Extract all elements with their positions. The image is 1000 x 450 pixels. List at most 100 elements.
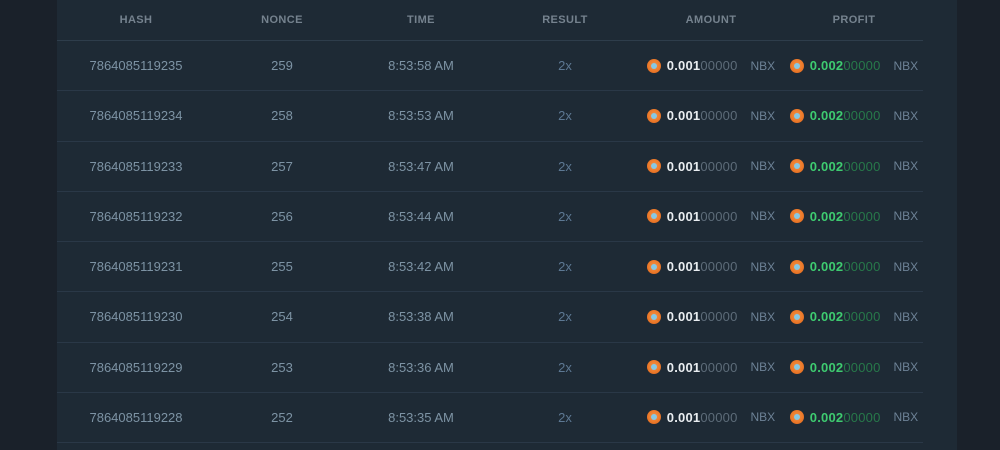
result-multiplier: 2x (558, 58, 572, 74)
amount-group: 0.00100000 NBX (637, 108, 785, 123)
amount-cell: 0.00100000 NBX (637, 159, 785, 174)
result-value: 2x (493, 159, 637, 174)
result-value: 2x (493, 309, 637, 324)
amount-number: 0.00100000 (667, 58, 738, 73)
hash-value: 7864085119228 (89, 409, 183, 425)
profit-cell: 0.00200000 NBX (785, 309, 923, 324)
profit-significant: 0.002 (809, 359, 844, 375)
result-multiplier: 2x (558, 108, 572, 124)
amount-trailing-zeros: 00000 (700, 259, 738, 275)
amount-group: 0.00100000 NBX (637, 159, 785, 174)
profit-group: 0.00200000 NBX (785, 108, 923, 123)
amount-currency-label: NBX (750, 159, 776, 174)
nonce-value: 255 (271, 259, 293, 275)
table-row: 7864085119228 252 8:53:35 AM 2x 0.001000… (57, 393, 923, 443)
table-body: 7864085119235 259 8:53:58 AM 2x 0.001000… (57, 41, 923, 443)
profit-cell: 0.00200000 NBX (785, 259, 923, 274)
profit-number: 0.00200000 (810, 360, 881, 375)
profit-trailing-zeros: 00000 (843, 309, 881, 325)
profit-group: 0.00200000 NBX (785, 209, 923, 224)
profit-number: 0.00200000 (810, 58, 881, 73)
profit-number: 0.00200000 (810, 159, 881, 174)
result-multiplier: 2x (558, 359, 572, 375)
time-value: 8:53:35 AM (388, 409, 454, 425)
amount-group: 0.00100000 NBX (637, 58, 785, 73)
nbx-coin-icon (789, 58, 804, 73)
nonce-value: 256 (271, 208, 293, 224)
profit-trailing-zeros: 00000 (843, 58, 881, 74)
amount-significant: 0.001 (666, 58, 701, 74)
result-value: 2x (493, 108, 637, 123)
amount-trailing-zeros: 00000 (700, 158, 738, 174)
hash-value: 7864085119234 (89, 108, 183, 124)
time-value: 8:53:58 AM (388, 58, 454, 74)
nbx-coin-icon (789, 209, 804, 224)
profit-group: 0.00200000 NBX (785, 159, 923, 174)
nbx-coin-icon (789, 159, 804, 174)
profit-currency-label: NBX (893, 108, 919, 123)
profit-cell: 0.00200000 NBX (785, 159, 923, 174)
hash-value: 7864085119235 (89, 58, 183, 74)
amount-currency-label: NBX (750, 360, 776, 375)
profit-cell: 0.00200000 NBX (785, 360, 923, 375)
profit-currency-label: NBX (893, 209, 919, 224)
amount-group: 0.00100000 NBX (637, 410, 785, 425)
result-value: 2x (493, 259, 637, 274)
table-header-row: HASH NONCE TIME RESULT AMOUNT PROFIT (57, 0, 923, 41)
amount-currency-label: NBX (750, 209, 776, 224)
table-row: 7864085119232 256 8:53:44 AM 2x 0.001000… (57, 192, 923, 242)
nbx-coin-icon (789, 108, 804, 123)
amount-currency-label: NBX (750, 58, 776, 73)
profit-group: 0.00200000 NBX (785, 58, 923, 73)
nonce-value: 253 (271, 359, 293, 375)
time-value: 8:53:36 AM (388, 359, 454, 375)
hash-value: 7864085119230 (89, 309, 183, 325)
profit-currency-label: NBX (893, 58, 919, 73)
result-multiplier: 2x (558, 158, 572, 174)
profit-significant: 0.002 (809, 208, 844, 224)
profit-significant: 0.002 (809, 259, 844, 275)
time-value: 8:53:38 AM (388, 309, 454, 325)
amount-significant: 0.001 (666, 108, 701, 124)
profit-currency-label: NBX (893, 259, 919, 274)
result-multiplier: 2x (558, 259, 572, 275)
amount-cell: 0.00100000 NBX (637, 309, 785, 324)
profit-trailing-zeros: 00000 (843, 108, 881, 124)
amount-cell: 0.00100000 NBX (637, 209, 785, 224)
nbx-coin-icon (646, 159, 661, 174)
amount-significant: 0.001 (666, 259, 701, 275)
amount-cell: 0.00100000 NBX (637, 360, 785, 375)
table-row: 7864085119231 255 8:53:42 AM 2x 0.001000… (57, 242, 923, 293)
profit-group: 0.00200000 NBX (785, 259, 923, 274)
result-multiplier: 2x (558, 208, 572, 224)
amount-trailing-zeros: 00000 (700, 309, 738, 325)
amount-number: 0.00100000 (667, 209, 738, 224)
amount-number: 0.00100000 (667, 259, 738, 274)
table-row: 7864085119229 253 8:53:36 AM 2x 0.001000… (57, 343, 923, 393)
amount-significant: 0.001 (666, 359, 701, 375)
profit-number: 0.00200000 (810, 259, 881, 274)
time-value: 8:53:53 AM (388, 108, 454, 124)
profit-trailing-zeros: 00000 (843, 359, 881, 375)
amount-number: 0.00100000 (667, 159, 738, 174)
amount-trailing-zeros: 00000 (700, 208, 738, 224)
nbx-coin-icon (646, 360, 661, 375)
amount-currency-label: NBX (750, 410, 776, 425)
time-value: 8:53:47 AM (388, 158, 454, 174)
nbx-coin-icon (789, 309, 804, 324)
amount-currency-label: NBX (750, 108, 776, 123)
amount-cell: 0.00100000 NBX (637, 259, 785, 274)
column-header-hash: HASH (119, 14, 153, 26)
amount-group: 0.00100000 NBX (637, 309, 785, 324)
profit-significant: 0.002 (809, 309, 844, 325)
nbx-coin-icon (646, 309, 661, 324)
result-value: 2x (493, 410, 637, 425)
profit-group: 0.00200000 NBX (785, 410, 923, 425)
nonce-value: 258 (271, 108, 293, 124)
bet-history-table: HASH NONCE TIME RESULT AMOUNT PROFIT 786… (57, 0, 923, 443)
profit-currency-label: NBX (893, 159, 919, 174)
profit-group: 0.00200000 NBX (785, 360, 923, 375)
bet-history-panel: HASH NONCE TIME RESULT AMOUNT PROFIT 786… (57, 0, 957, 450)
profit-number: 0.00200000 (810, 108, 881, 123)
nonce-value: 259 (271, 58, 293, 74)
